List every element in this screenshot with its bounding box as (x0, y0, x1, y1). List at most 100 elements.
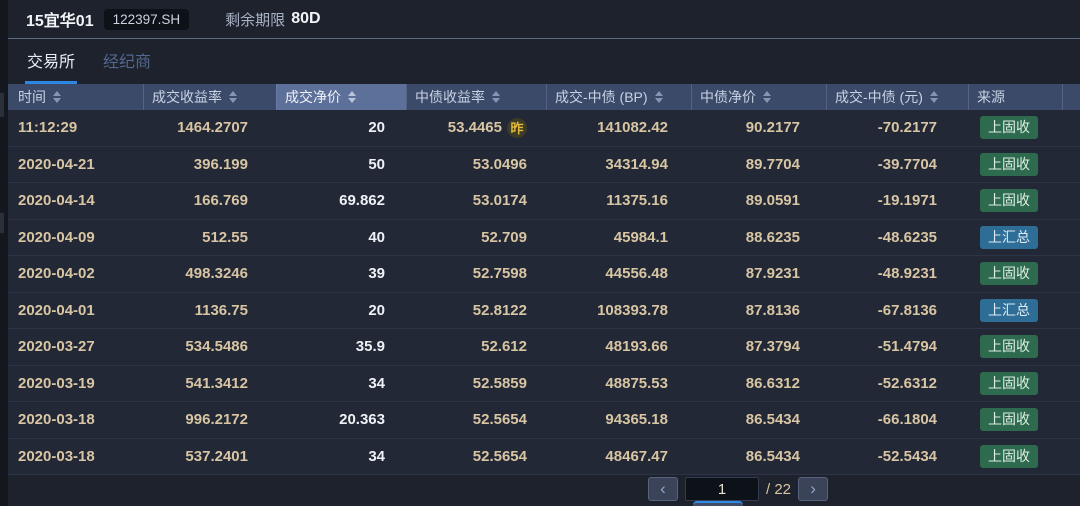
cell-source: 上固收 (968, 147, 1062, 183)
cell-value: -52.6312 (878, 375, 937, 392)
column-header-cdc_price[interactable]: 中债净价 (691, 84, 826, 110)
cell-cdc_yield: 52.8122 (406, 293, 546, 329)
cell-time: 11:12:29 (8, 110, 143, 146)
cell-value: 86.5434 (746, 448, 800, 465)
tab-exchange[interactable]: 交易所 (25, 39, 77, 84)
cell-trade_yield: 541.3412 (143, 366, 276, 402)
cell-value: 34 (368, 375, 385, 392)
cell-value: 1464.2707 (177, 119, 248, 136)
cell-value: 2020-03-18 (18, 411, 95, 428)
cell-value: -52.5434 (878, 448, 937, 465)
cell-value: -70.2177 (878, 119, 937, 136)
column-header-cdc_yield[interactable]: 中债收益率 (406, 84, 546, 110)
cell-value: 45984.1 (614, 229, 668, 246)
table-row[interactable]: 2020-03-18537.24013452.565448467.4786.54… (8, 439, 1080, 476)
table-row[interactable]: 2020-04-02498.32463952.759844556.4887.92… (8, 256, 1080, 293)
cell-time: 2020-03-18 (8, 402, 143, 438)
cell-value: 40 (368, 229, 385, 246)
column-header-time[interactable]: 时间 (8, 84, 143, 110)
cell-value: 87.8136 (746, 302, 800, 319)
cell-trade_yield: 537.2401 (143, 439, 276, 475)
cell-source: 上固收 (968, 183, 1062, 219)
table-row[interactable]: 2020-04-21396.1995053.049634314.9489.770… (8, 147, 1080, 184)
source-badge: 上固收 (980, 189, 1038, 212)
cell-trade_price: 20 (276, 293, 406, 329)
column-header-diff_bp[interactable]: 成交-中债 (BP) (546, 84, 691, 110)
cell-diff_bp: 48193.66 (546, 329, 691, 365)
cell-trade_price: 39 (276, 256, 406, 292)
cell-cdc_yield: 52.7598 (406, 256, 546, 292)
cell-value: 39 (368, 265, 385, 282)
row-filler (1062, 220, 1080, 256)
title-bar: 15宜华01 122397.SH 剩余期限 80D (8, 0, 1080, 39)
cell-value: 87.9231 (746, 265, 800, 282)
cell-cdc_price: 88.6235 (691, 220, 826, 256)
bond-name: 15宜华01 (26, 7, 94, 31)
column-label: 成交-中债 (BP) (555, 87, 648, 107)
cell-diff_bp: 94365.18 (546, 402, 691, 438)
cell-diff_bp: 45984.1 (546, 220, 691, 256)
cell-value: 34 (368, 448, 385, 465)
cell-value: 498.3246 (185, 265, 248, 282)
cell-value: 2020-04-09 (18, 229, 95, 246)
column-header-trade_price[interactable]: 成交净价 (276, 84, 406, 110)
column-header-diff_yuan[interactable]: 成交-中债 (元) (826, 84, 968, 110)
cell-time: 2020-04-21 (8, 147, 143, 183)
table-row[interactable]: 2020-03-18996.217220.36352.565494365.188… (8, 402, 1080, 439)
table-row[interactable]: 2020-03-27534.548635.952.61248193.6687.3… (8, 329, 1080, 366)
bond-code-badge: 122397.SH (104, 9, 190, 30)
cell-trade_price: 34 (276, 439, 406, 475)
sort-icon (492, 91, 500, 103)
cell-diff_yuan: -52.6312 (826, 366, 968, 402)
cell-value: 48193.66 (605, 338, 668, 355)
cell-value: 90.2177 (746, 119, 800, 136)
cell-cdc_yield: 53.0174 (406, 183, 546, 219)
table-row[interactable]: 11:12:291464.27072053.4465昨141082.4290.2… (8, 110, 1080, 147)
cell-trade_yield: 1136.75 (143, 293, 276, 329)
table-row[interactable]: 2020-04-011136.752052.8122108393.7887.81… (8, 293, 1080, 330)
cell-cdc_yield: 52.5859 (406, 366, 546, 402)
column-header-source[interactable]: 来源 (968, 84, 1062, 110)
tab-broker[interactable]: 经纪商 (101, 39, 153, 84)
cell-value: 537.2401 (185, 448, 248, 465)
column-header-trade_yield[interactable]: 成交收益率 (143, 84, 276, 110)
page-number-input[interactable] (685, 477, 759, 501)
prev-page-button[interactable]: ‹ (648, 477, 678, 501)
horizontal-scrollbar-thumb[interactable] (693, 501, 743, 506)
column-label: 成交净价 (285, 87, 341, 107)
cell-diff_yuan: -70.2177 (826, 110, 968, 146)
page-total-label: / 22 (766, 481, 791, 498)
cell-value: 34314.94 (605, 156, 668, 173)
cell-source: 上固收 (968, 256, 1062, 292)
row-filler (1062, 402, 1080, 438)
cell-value: 52.8122 (473, 302, 527, 319)
table-row[interactable]: 2020-04-14166.76969.86253.017411375.1689… (8, 183, 1080, 220)
sort-icon (348, 91, 356, 103)
sort-icon (930, 91, 938, 103)
cell-diff_yuan: -51.4794 (826, 329, 968, 365)
cell-value: -67.8136 (878, 302, 937, 319)
cell-value: 541.3412 (185, 375, 248, 392)
cell-value: 2020-04-02 (18, 265, 95, 282)
maturity-value: 80D (291, 10, 320, 28)
maturity-label: 剩余期限 (225, 9, 285, 30)
source-badge: 上固收 (980, 372, 1038, 395)
row-filler (1062, 147, 1080, 183)
cell-source: 上固收 (968, 439, 1062, 475)
table-row[interactable]: 2020-04-09512.554052.70945984.188.6235-4… (8, 220, 1080, 257)
cell-trade_yield: 534.5486 (143, 329, 276, 365)
cell-time: 2020-03-19 (8, 366, 143, 402)
row-filler (1062, 110, 1080, 146)
cell-trade_yield: 396.199 (143, 147, 276, 183)
cell-cdc_price: 89.7704 (691, 147, 826, 183)
cell-time: 2020-03-18 (8, 439, 143, 475)
next-page-button[interactable]: › (798, 477, 828, 501)
source-badge: 上固收 (980, 335, 1038, 358)
cell-diff_bp: 34314.94 (546, 147, 691, 183)
table-row[interactable]: 2020-03-19541.34123452.585948875.5386.63… (8, 366, 1080, 403)
cell-value: 53.4465 (448, 119, 502, 136)
left-panel-edge (0, 0, 8, 506)
cell-cdc_price: 87.9231 (691, 256, 826, 292)
cell-trade_price: 20 (276, 110, 406, 146)
bond-trade-panel: 15宜华01 122397.SH 剩余期限 80D 交易所经纪商 时间成交收益率… (0, 0, 1080, 506)
